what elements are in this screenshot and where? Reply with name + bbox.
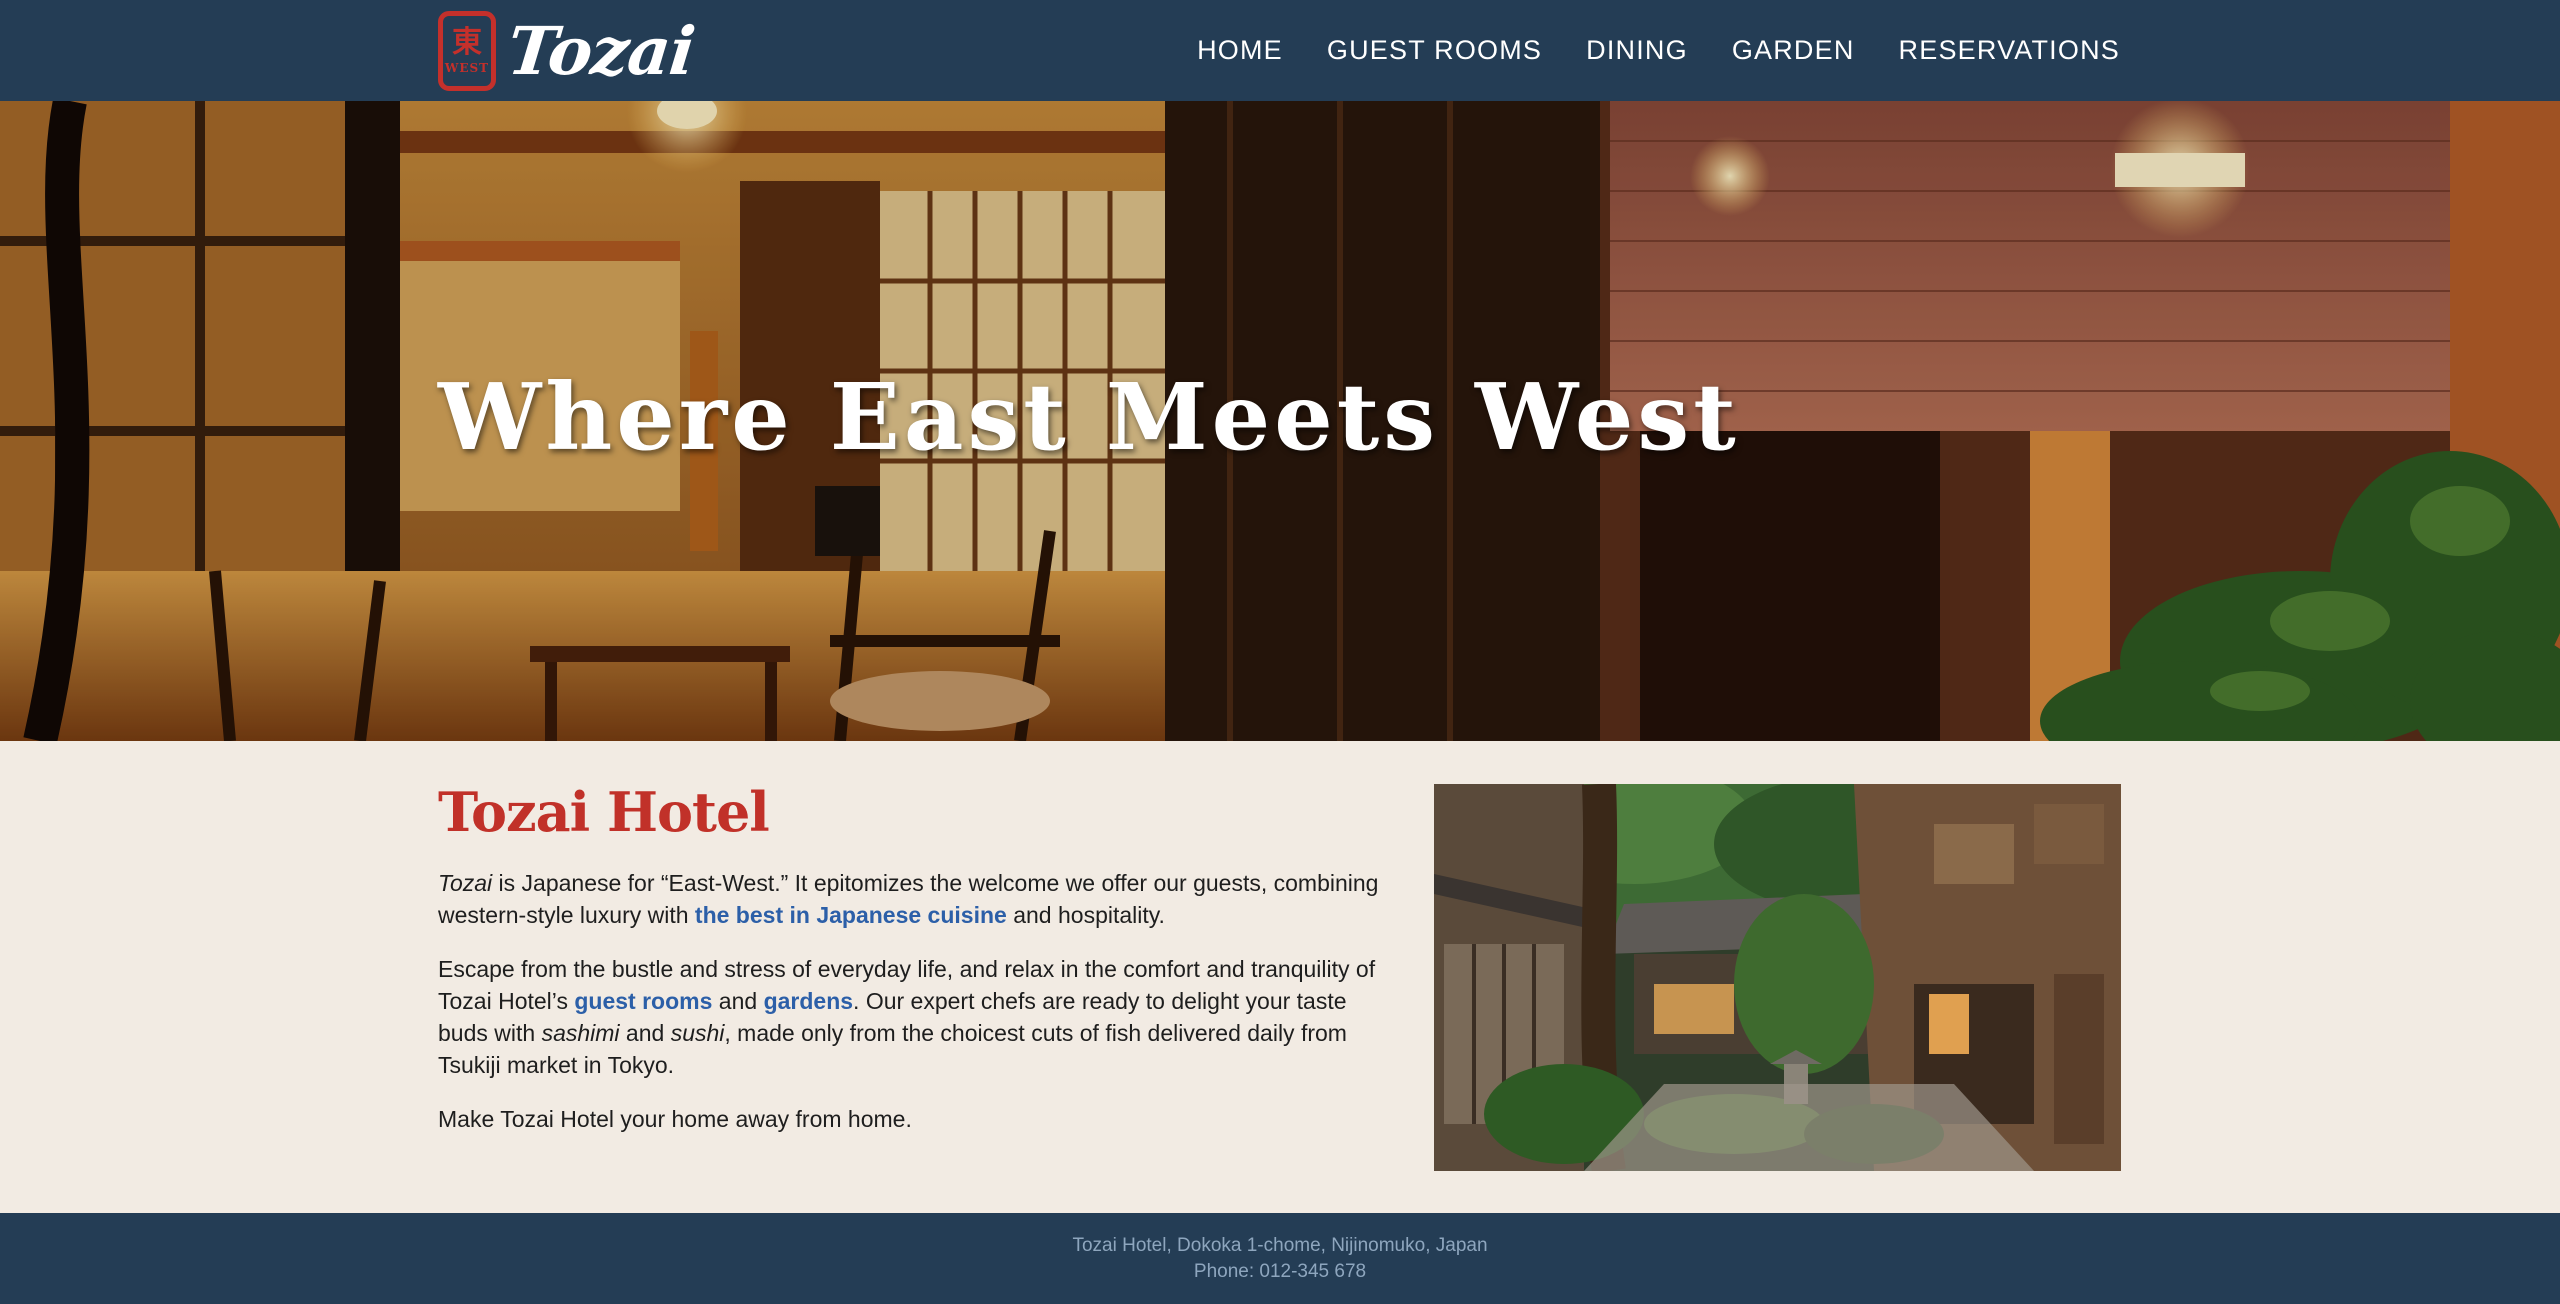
footer-address: Tozai Hotel, Dokoka 1-chome, Nijinomuko,… xyxy=(1072,1234,1488,1256)
p2-text-4: and xyxy=(619,1020,671,1046)
site-header: 東 WEST Tozai HOME GUEST ROOMS DINING GAR… xyxy=(0,0,2560,101)
intro-paragraph-1: Tozai is Japanese for “East-West.” It ep… xyxy=(438,867,1388,931)
logo-link[interactable]: 東 WEST Tozai xyxy=(438,10,698,92)
courtyard-photo xyxy=(1434,784,2121,1171)
link-japanese-cuisine[interactable]: the best in Japanese cuisine xyxy=(695,902,1007,928)
footer-phone: Phone: 012-345 678 xyxy=(1193,1260,1367,1282)
nav-home[interactable]: HOME xyxy=(1197,35,1283,66)
nav-dining[interactable]: DINING xyxy=(1586,35,1688,66)
sashimi-emphasis: sashimi xyxy=(541,1020,620,1046)
p2-text-2: and xyxy=(712,988,764,1014)
hero-banner: Where East Meets West xyxy=(0,101,2560,741)
main-nav: HOME GUEST ROOMS DINING GARDEN RESERVATI… xyxy=(1197,0,2120,101)
nav-garden[interactable]: GARDEN xyxy=(1732,35,1855,66)
page-title: Tozai Hotel xyxy=(438,780,770,844)
tozai-emphasis: Tozai xyxy=(438,870,493,896)
seal-kanji: 東 xyxy=(452,25,482,60)
nav-guest-rooms[interactable]: GUEST ROOMS xyxy=(1327,35,1542,66)
link-guest-rooms[interactable]: guest rooms xyxy=(574,988,712,1014)
intro-paragraph-2: Escape from the bustle and stress of eve… xyxy=(438,953,1388,1081)
site-footer: Tozai Hotel, Dokoka 1-chome, Nijinomuko,… xyxy=(0,1213,2560,1304)
seal-text: WEST xyxy=(444,61,490,75)
logo-wordmark: Tozai xyxy=(503,12,698,90)
link-gardens[interactable]: gardens xyxy=(764,988,853,1014)
sushi-emphasis: sushi xyxy=(670,1020,725,1046)
main-content: Tozai Hotel Tozai is Japanese for “East-… xyxy=(0,741,2560,1213)
intro-text-column: Tozai Hotel Tozai is Japanese for “East-… xyxy=(438,785,1388,1157)
p1-text-2: and hospitality. xyxy=(1006,902,1165,928)
courtyard-image xyxy=(1434,784,2121,1171)
seal-logo-icon: 東 WEST xyxy=(438,11,496,91)
intro-paragraph-3: Make Tozai Hotel your home away from hom… xyxy=(438,1106,912,1132)
hero-title: Where East Meets West xyxy=(438,363,1740,471)
nav-reservations[interactable]: RESERVATIONS xyxy=(1899,35,2120,66)
